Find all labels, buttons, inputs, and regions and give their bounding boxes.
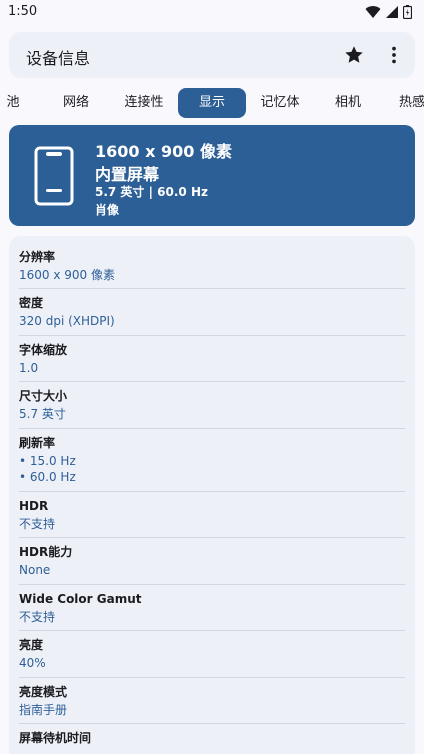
item-value: 5.7 英寸 (19, 407, 66, 421)
list-item: 亮度 40% (19, 637, 405, 671)
list-item: 字体缩放 1.0 (19, 342, 405, 376)
signal-icon (386, 6, 398, 18)
smartphone-icon (34, 146, 74, 206)
item-value: • 15.0 Hz (19, 454, 76, 468)
status-icons (365, 4, 412, 20)
tab-memory[interactable]: 记忆体 (252, 88, 308, 118)
display-resolution: 1600 x 900 像素 (95, 142, 232, 161)
list-item: HDR 不支持 (19, 498, 405, 532)
tab-battery[interactable]: 池 (0, 88, 26, 118)
item-label: 密度 (19, 296, 44, 310)
tab-bar: 池 网络 连接性 显示 记忆体 相机 热感 (0, 86, 424, 120)
divider (19, 428, 405, 429)
divider (19, 630, 405, 631)
item-label: Wide Color Gamut (19, 592, 142, 606)
divider (19, 381, 405, 382)
item-value: None (19, 563, 51, 577)
item-label: 刷新率 (19, 436, 56, 450)
item-label: 亮度 (19, 638, 44, 652)
item-value: 1600 x 900 像素 (19, 268, 115, 282)
wifi-icon (365, 6, 381, 19)
status-time: 1:50 (8, 4, 38, 19)
list-item: 亮度模式 指南手册 (19, 684, 405, 718)
top-app-bar: 设备信息 (9, 32, 415, 78)
list-item: HDR能力 None (19, 544, 405, 578)
tab-connectivity[interactable]: 连接性 (114, 88, 174, 118)
favorite-button[interactable] (343, 44, 365, 66)
tab-thermal[interactable]: 热感 (392, 88, 424, 118)
item-label: 字体缩放 (19, 343, 68, 357)
divider (19, 723, 405, 724)
more-vert-icon (392, 46, 396, 64)
item-value: 40% (19, 656, 46, 670)
page-title: 设备信息 (26, 49, 91, 68)
list-item: 密度 320 dpi (XHDPI) (19, 295, 405, 329)
item-value: • 60.0 Hz (19, 470, 76, 484)
item-label: HDR (19, 499, 49, 513)
list-item: 分辨率 1600 x 900 像素 (19, 249, 405, 283)
display-summary-card: 1600 x 900 像素 内置屏幕 5.7 英寸 | 60.0 Hz 肖像 (9, 125, 415, 226)
item-label: 屏幕待机时间 (19, 731, 92, 745)
screen: 1:50 设备信息 池 网络 连接性 显示 记忆体 相机 热感 1600 x 9… (0, 0, 424, 754)
item-value: 不支持 (19, 517, 56, 531)
list-item: Wide Color Gamut 不支持 (19, 591, 405, 625)
tab-display[interactable]: 显示 (178, 88, 246, 118)
list-item: 尺寸大小 5.7 英寸 (19, 388, 405, 422)
item-label: 尺寸大小 (19, 389, 68, 403)
item-value: 1.0 (19, 361, 39, 375)
list-item: 刷新率 • 15.0 Hz • 60.0 Hz (19, 435, 405, 485)
list-item: 屏幕待机时间 (19, 730, 405, 748)
divider (19, 335, 405, 336)
item-value: 指南手册 (19, 703, 68, 717)
status-bar: 1:50 (0, 0, 424, 24)
divider (19, 677, 405, 678)
item-label: 分辨率 (19, 250, 56, 264)
divider (19, 584, 405, 585)
display-orientation: 肖像 (95, 203, 120, 217)
display-size-refresh: 5.7 英寸 | 60.0 Hz (95, 185, 208, 199)
item-label: 亮度模式 (19, 685, 68, 699)
tab-camera[interactable]: 相机 (326, 88, 370, 118)
star-icon (345, 46, 363, 63)
display-type: 内置屏幕 (95, 165, 160, 184)
more-options-button[interactable] (383, 44, 405, 66)
divider (19, 288, 405, 289)
item-value: 320 dpi (XHDPI) (19, 314, 115, 328)
item-label: HDR能力 (19, 545, 73, 559)
battery-icon (403, 5, 412, 19)
tab-network[interactable]: 网络 (50, 88, 102, 118)
divider (19, 491, 405, 492)
item-value: 不支持 (19, 610, 56, 624)
display-details-list: 分辨率 1600 x 900 像素 密度 320 dpi (XHDPI) 字体缩… (9, 236, 415, 754)
divider (19, 537, 405, 538)
